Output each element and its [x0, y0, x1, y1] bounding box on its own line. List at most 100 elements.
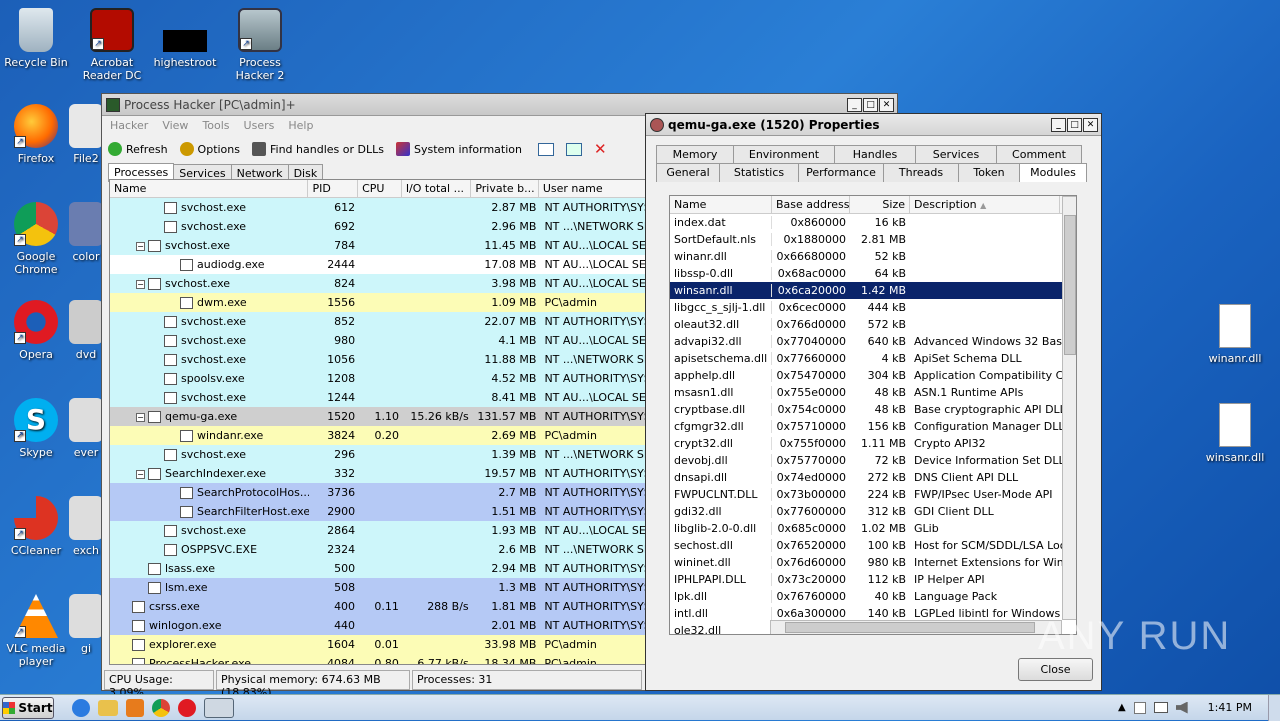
- list-item[interactable]: dnsapi.dll 0x74ed0000 272 kB DNS Client API…: [670, 469, 1076, 486]
- list-item[interactable]: libssp-0.dll 0x68ac0000 64 kB: [670, 265, 1076, 282]
- col-private[interactable]: Private b...: [471, 180, 539, 197]
- list-item[interactable]: cryptbase.dll 0x754c0000 48 kB Base cryptog…: [670, 401, 1076, 418]
- system-information-button[interactable]: System information: [395, 142, 522, 156]
- table-row[interactable]: windanr.exe 3824 0.20 2.69 MB PC\admin: [110, 426, 648, 445]
- gi-icon[interactable]: gi: [66, 594, 106, 655]
- tab-environment[interactable]: Environment: [733, 145, 835, 163]
- table-row[interactable]: svchost.exe 852 22.07 MB NT AUTHORITY\SYSTE…: [110, 312, 648, 331]
- opera-icon[interactable]: [178, 698, 196, 717]
- list-item[interactable]: winsanr.dll 0x6ca20000 1.42 MB: [670, 282, 1076, 299]
- vlc-icon[interactable]: ↗ VLC media player: [1, 594, 71, 668]
- tray-arrow-icon[interactable]: ▲: [1118, 702, 1126, 713]
- tab-modules[interactable]: Modules: [1019, 163, 1087, 182]
- close-button[interactable]: ✕: [1083, 117, 1098, 132]
- tab-general[interactable]: General: [656, 163, 720, 182]
- col-pid[interactable]: PID: [308, 180, 359, 197]
- chrome-icon[interactable]: ↗ Google Chrome: [1, 202, 71, 276]
- menu-hacker[interactable]: Hacker: [110, 119, 148, 133]
- chrome-icon[interactable]: [152, 698, 170, 717]
- list-item[interactable]: winanr.dll 0x66680000 52 kB: [670, 248, 1076, 265]
- list-item[interactable]: IPHLPAPI.DLL 0x73c20000 112 kB IP Helper AP…: [670, 571, 1076, 588]
- table-row[interactable]: svchost.exe 1056 11.88 MB NT ...\NETWORK SE…: [110, 350, 648, 369]
- list-item[interactable]: index.dat 0x860000 16 kB: [670, 214, 1076, 231]
- col-size[interactable]: Size: [850, 196, 910, 213]
- tab-memory[interactable]: Memory: [656, 145, 734, 163]
- list-item[interactable]: cfgmgr32.dll 0x75710000 156 kB Configuratio…: [670, 418, 1076, 435]
- window-icon[interactable]: [537, 142, 554, 156]
- table-row[interactable]: − qemu-ga.exe 1520 1.10 15.26 kB/s 131.57 MB N…: [110, 407, 648, 426]
- firefox-icon[interactable]: ↗ Firefox: [1, 104, 71, 165]
- menu-help[interactable]: Help: [288, 119, 313, 133]
- col-user[interactable]: User name: [539, 180, 648, 197]
- table-row[interactable]: explorer.exe 1604 0.01 33.98 MB PC\admin: [110, 635, 648, 654]
- tab-services[interactable]: Services: [915, 145, 997, 163]
- table-row[interactable]: OSPPSVC.EXE 2324 2.6 MB NT ...\NETWORK SER: [110, 540, 648, 559]
- table-row[interactable]: svchost.exe 980 4.1 MB NT AU...\LOCAL SER: [110, 331, 648, 350]
- minimize-button[interactable]: _: [847, 97, 862, 112]
- table-row[interactable]: csrss.exe 400 0.11 288 B/s 1.81 MB NT AUTHORI…: [110, 597, 648, 616]
- find-handles-button[interactable]: Find handles or DLLs: [252, 142, 384, 156]
- menu-view[interactable]: View: [162, 119, 188, 133]
- collapse-icon[interactable]: −: [136, 241, 145, 251]
- skype-icon[interactable]: S ↗ Skype: [1, 398, 71, 459]
- list-item[interactable]: gdi32.dll 0x77600000 312 kB GDI Client DLL: [670, 503, 1076, 520]
- table-row[interactable]: SearchFilterHost.exe 2900 1.51 MB NT AUTHOR…: [110, 502, 648, 521]
- table-row[interactable]: svchost.exe 2864 1.93 MB NT AU...\LOCAL SER: [110, 521, 648, 540]
- menu-users[interactable]: Users: [244, 119, 275, 133]
- maximize-button[interactable]: □: [1067, 117, 1082, 132]
- list-item[interactable]: advapi32.dll 0x77040000 640 kB Advanced Win…: [670, 333, 1076, 350]
- table-row[interactable]: − SearchIndexer.exe 332 19.57 MB NT AUTHORIT…: [110, 464, 648, 483]
- ccleaner-icon[interactable]: ↗ CCleaner: [1, 496, 71, 557]
- table-row[interactable]: SearchProtocolHos... 3736 2.7 MB NT AUTHORI…: [110, 483, 648, 502]
- list-item[interactable]: lpk.dll 0x76760000 40 kB Language Pack: [670, 588, 1076, 605]
- dvd-icon[interactable]: dvd: [66, 300, 106, 361]
- close-dialog-button[interactable]: Close: [1018, 658, 1093, 681]
- close-button[interactable]: ✕: [879, 97, 894, 112]
- props-titlebar[interactable]: qemu-ga.exe (1520) Properties _ □ ✕: [646, 114, 1101, 136]
- horizontal-scrollbar[interactable]: [770, 620, 1062, 634]
- highestroot-icon[interactable]: highestroot: [150, 8, 220, 69]
- table-row[interactable]: spoolsv.exe 1208 4.52 MB NT AUTHORITY\SYSTE…: [110, 369, 648, 388]
- list-item[interactable]: apphelp.dll 0x75470000 304 kB Application C…: [670, 367, 1076, 384]
- col-io[interactable]: I/O total ...: [402, 180, 472, 197]
- table-row[interactable]: audiodg.exe 2444 17.08 MB NT AU...\LOCAL SE…: [110, 255, 648, 274]
- table-row[interactable]: svchost.exe 612 2.87 MB NT AUTHORITY\SYSTEM: [110, 198, 648, 217]
- table-row[interactable]: svchost.exe 1244 8.41 MB NT AU...\LOCAL SER: [110, 388, 648, 407]
- list-item[interactable]: crypt32.dll 0x755f0000 1.11 MB Crypto API32: [670, 435, 1076, 452]
- options-button[interactable]: Options: [179, 142, 240, 156]
- list-item[interactable]: libgcc_s_sjlj-1.dll 0x6cec0000 444 kB: [670, 299, 1076, 316]
- process-hacker-icon[interactable]: ↗ Process Hacker 2: [225, 8, 295, 82]
- exch-icon[interactable]: exch: [66, 496, 106, 557]
- color-icon[interactable]: color: [66, 202, 106, 263]
- refresh-button[interactable]: Refresh: [108, 142, 168, 156]
- volume-icon[interactable]: [1175, 701, 1188, 714]
- tab-comment[interactable]: Comment: [996, 145, 1082, 163]
- list-item[interactable]: oleaut32.dll 0x766d0000 572 kB: [670, 316, 1076, 333]
- list-item[interactable]: apisetschema.dll 0x77660000 4 kB ApiSet Sch…: [670, 350, 1076, 367]
- menu-tools[interactable]: Tools: [202, 119, 229, 133]
- tab-handles[interactable]: Handles: [834, 145, 916, 163]
- process-hacker-taskbar-icon[interactable]: [204, 697, 234, 718]
- clock[interactable]: 1:41 PM: [1208, 701, 1252, 714]
- scroll-thumb[interactable]: [1064, 215, 1076, 355]
- monitor-icon[interactable]: [1153, 702, 1168, 713]
- recycle-bin-icon[interactable]: Recycle Bin: [1, 8, 71, 69]
- col-name[interactable]: Name: [110, 180, 309, 197]
- vertical-scrollbar[interactable]: [1062, 196, 1076, 620]
- media-player-icon[interactable]: [126, 698, 144, 717]
- file2-icon[interactable]: File2: [66, 104, 106, 165]
- col-cpu[interactable]: CPU: [358, 180, 402, 197]
- col-base-address[interactable]: Base address: [772, 196, 850, 213]
- hscroll-thumb[interactable]: [785, 622, 1035, 633]
- list-item[interactable]: SortDefault.nls 0x1880000 2.81 MB: [670, 231, 1076, 248]
- flag-icon[interactable]: [1133, 701, 1146, 714]
- explorer-icon[interactable]: [98, 699, 118, 716]
- minimize-button[interactable]: _: [1051, 117, 1066, 132]
- table-row[interactable]: winlogon.exe 440 2.01 MB NT AUTHORITY\SYSTE…: [110, 616, 648, 635]
- maximize-button[interactable]: □: [863, 97, 878, 112]
- list-item[interactable]: devobj.dll 0x75770000 72 kB Device Informat…: [670, 452, 1076, 469]
- tab-token[interactable]: Token: [958, 163, 1020, 182]
- tab-threads[interactable]: Threads: [883, 163, 959, 182]
- start-button[interactable]: Start: [2, 696, 54, 719]
- tab-performance[interactable]: Performance: [798, 163, 884, 182]
